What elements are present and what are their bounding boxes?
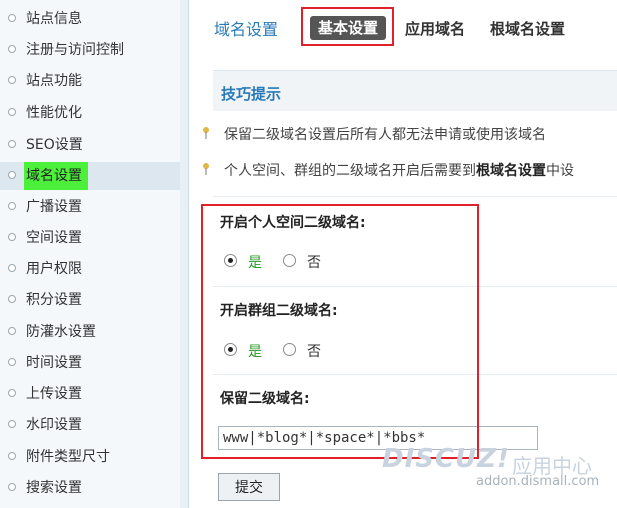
group-subdomain-no-label[interactable]: 否 (307, 341, 321, 361)
tip-text: 个人空间、群组的二级域名开启后需要到 (224, 163, 476, 179)
sidebar-item-time[interactable]: 时间设置 (0, 349, 180, 377)
home-subdomain-no-radio[interactable] (283, 254, 296, 267)
sidebar-item-label: 搜索设置 (26, 480, 82, 496)
bullet-icon (8, 420, 16, 428)
divider (213, 374, 617, 375)
pin-icon (203, 163, 209, 175)
bullet-icon (8, 140, 16, 148)
page-title: 域名设置 (214, 20, 279, 39)
divider (213, 286, 617, 287)
group-subdomain-label: 开启群组二级域名: (220, 303, 338, 319)
sidebar-item-search[interactable]: 搜索设置 (0, 474, 180, 502)
sidebar-item-label: 附件类型尺寸 (26, 449, 110, 465)
sidebar-item-label: 注册与访问控制 (26, 42, 124, 58)
bullet-icon (8, 233, 16, 241)
sidebar-item-label: 广播设置 (26, 199, 82, 215)
sidebar-item-label: 性能优化 (26, 105, 82, 121)
sidebar-item-watermark[interactable]: 水印设置 (0, 411, 180, 439)
sidebar-item-site-features[interactable]: 站点功能 (0, 67, 180, 95)
home-subdomain-yes-radio[interactable] (224, 254, 237, 267)
group-subdomain-yes-radio[interactable] (224, 343, 237, 356)
bullet-icon (8, 76, 16, 84)
annotation-highlight-settings (201, 204, 479, 459)
sidebar-item-label: 时间设置 (26, 355, 82, 371)
sidebar-item-credits[interactable]: 积分设置 (0, 286, 180, 314)
tip-item: 保留二级域名设置后所有人都无法申请或使用该域名 (203, 124, 546, 144)
tab-root-domain[interactable]: 根域名设置 (490, 18, 565, 39)
group-subdomain-no-radio[interactable] (283, 343, 296, 356)
sidebar-item-label: 域名设置 (24, 162, 88, 190)
sidebar-item-label: 上传设置 (26, 386, 82, 402)
bullet-icon (8, 264, 16, 272)
tip-text-suffix: 中设 (546, 163, 574, 179)
submit-button[interactable]: 提交 (218, 473, 280, 501)
bullet-icon (8, 45, 16, 53)
sidebar-item-upload[interactable]: 上传设置 (0, 380, 180, 408)
tip-text: 保留二级域名设置后所有人都无法申请或使用该域名 (224, 127, 546, 143)
sidebar-item-site-info[interactable]: 站点信息 (0, 5, 180, 33)
tips-title: 技巧提示 (221, 85, 282, 103)
sidebar-item-label: 空间设置 (26, 230, 82, 246)
sidebar-item-label: 站点功能 (26, 73, 82, 89)
tab-basic-settings[interactable]: 基本设置 (310, 16, 386, 40)
sidebar-divider (180, 0, 189, 508)
bullet-icon (8, 14, 16, 22)
sidebar-item-seo[interactable]: SEO设置 (0, 131, 180, 159)
tab-app-domain[interactable]: 应用域名 (405, 18, 465, 39)
reserved-subdomain-label: 保留二级域名: (220, 391, 310, 407)
main-content: 域名设置 基本设置 应用域名 根域名设置 技巧提示 保留二级域名设置后所有人都无… (200, 0, 617, 508)
divider (213, 196, 617, 197)
sidebar-item-space[interactable]: 空间设置 (0, 224, 180, 252)
reserved-subdomain-input[interactable] (218, 426, 538, 450)
sidebar-item-label: 用户权限 (26, 261, 82, 277)
sidebar-item-label: 积分设置 (26, 292, 82, 308)
bullet-icon (8, 295, 16, 303)
sidebar-item-register-access[interactable]: 注册与访问控制 (0, 36, 180, 64)
home-subdomain-label: 开启个人空间二级域名: (220, 215, 366, 231)
bullet-icon (8, 327, 16, 335)
group-subdomain-yes-label[interactable]: 是 (248, 341, 262, 361)
sidebar-item-broadcast[interactable]: 广播设置 (0, 193, 180, 221)
bullet-icon (8, 171, 16, 179)
sidebar-item-label: 防灌水设置 (26, 324, 96, 340)
sidebar-item-attachment-types[interactable]: 附件类型尺寸 (0, 443, 180, 471)
sidebar: 站点信息 注册与访问控制 站点功能 性能优化 SEO设置 域名设置 广播设置 空… (0, 0, 181, 508)
sidebar-item-label: SEO设置 (26, 137, 83, 153)
bullet-icon (8, 452, 16, 460)
sidebar-item-performance[interactable]: 性能优化 (0, 99, 180, 127)
tip-item: 个人空间、群组的二级域名开启后需要到根域名设置中设 (203, 160, 574, 180)
home-subdomain-yes-label[interactable]: 是 (248, 252, 262, 272)
bullet-icon (8, 108, 16, 116)
sidebar-item-permissions[interactable]: 用户权限 (0, 255, 180, 283)
sidebar-item-domain[interactable]: 域名设置 (0, 162, 180, 190)
tip-bold-link: 根域名设置 (476, 163, 546, 179)
sidebar-item-label: 站点信息 (26, 11, 82, 27)
tips-header: 技巧提示 (213, 70, 617, 111)
bullet-icon (8, 483, 16, 491)
bullet-icon (8, 358, 16, 366)
pin-icon (203, 127, 209, 139)
sidebar-item-antispam[interactable]: 防灌水设置 (0, 318, 180, 346)
bullet-icon (8, 389, 16, 397)
home-subdomain-no-label[interactable]: 否 (307, 252, 321, 272)
bullet-icon (8, 202, 16, 210)
sidebar-item-label: 水印设置 (26, 417, 82, 433)
